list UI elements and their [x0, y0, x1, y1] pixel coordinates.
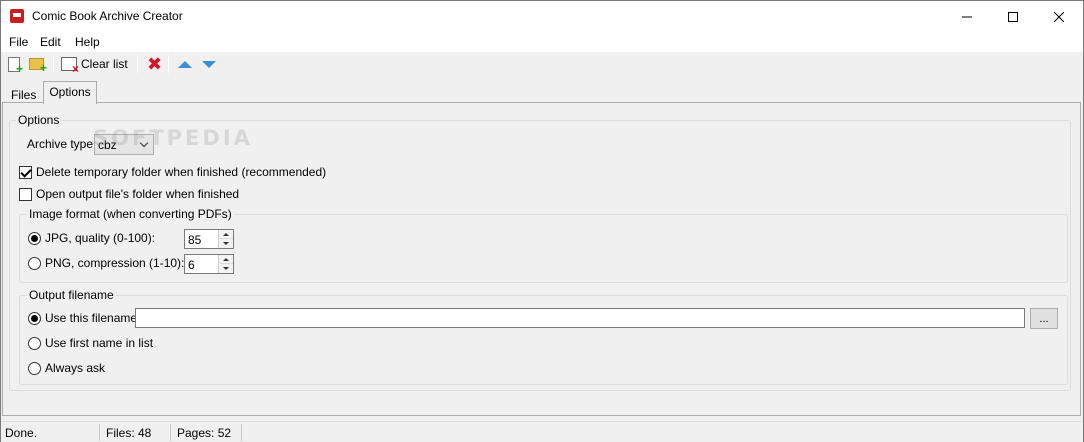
app-icon — [10, 9, 24, 23]
spin-up-icon[interactable] — [219, 255, 233, 264]
options-group: Options Archive type: cbz Delete tempora… — [9, 113, 1071, 391]
spin-down-icon[interactable] — [219, 264, 233, 273]
minimize-button[interactable] — [944, 1, 990, 32]
title-bar: Comic Book Archive Creator — [1, 1, 1083, 32]
watermark: SOFTPEDIA — [93, 126, 253, 150]
jpg-quality-stepper[interactable]: 85 — [184, 229, 234, 249]
arrow-down-icon — [202, 60, 216, 68]
output-filename-title: Output filename — [27, 288, 116, 302]
status-separator — [99, 424, 100, 441]
minimize-icon — [962, 16, 972, 17]
menu-edit[interactable]: Edit — [40, 35, 61, 49]
always-ask-label: Always ask — [45, 361, 106, 375]
menu-help[interactable]: Help — [75, 35, 100, 49]
use-this-filename-label: Use this filename: — [45, 311, 141, 325]
window-title: Comic Book Archive Creator — [32, 9, 183, 23]
clear-list-button[interactable]: Clear list — [61, 54, 128, 76]
status-pages-count: Pages: 52 — [177, 426, 232, 440]
archive-type-label: Archive type: — [27, 137, 97, 151]
image-format-group: Image format (when converting PDFs) JPG,… — [19, 207, 1068, 283]
status-files-count: Files: 48 — [106, 426, 152, 440]
browse-button[interactable]: ... — [1030, 308, 1058, 329]
status-state: Done. — [5, 426, 38, 440]
png-compression-value: 6 — [188, 258, 195, 272]
use-this-filename-radio[interactable] — [28, 312, 41, 325]
jpg-label: JPG, quality (0-100): — [45, 231, 156, 245]
spin-up-icon[interactable] — [219, 230, 233, 239]
output-filename-group: Output filename Use this filename: ... U… — [19, 288, 1068, 385]
png-compression-stepper[interactable]: 6 — [184, 254, 234, 274]
add-files-button[interactable]: + — [8, 54, 23, 75]
status-bar: Done. Files: 48 Pages: 52 — [1, 421, 1083, 442]
move-up-button[interactable] — [178, 54, 192, 74]
open-output-label: Open output file's folder when finished — [36, 187, 240, 201]
open-output-checkbox[interactable] — [19, 188, 32, 201]
arrow-up-icon — [178, 60, 192, 68]
add-folder-button[interactable]: + — [29, 54, 47, 74]
menu-file[interactable]: File — [9, 35, 28, 49]
tab-options[interactable]: Options — [43, 81, 97, 104]
use-first-name-radio[interactable] — [28, 337, 41, 350]
add-file-icon: + — [8, 56, 23, 75]
clear-list-icon — [61, 57, 79, 76]
close-button[interactable] — [1036, 1, 1082, 32]
use-first-name-label: Use first name in list — [45, 336, 154, 350]
filename-input[interactable] — [135, 308, 1025, 328]
always-ask-radio[interactable] — [28, 362, 41, 375]
app-window: Comic Book Archive Creator File Edit Hel… — [0, 0, 1084, 442]
move-down-button[interactable] — [202, 54, 216, 74]
add-folder-icon: + — [29, 58, 47, 74]
maximize-button[interactable] — [990, 1, 1036, 32]
image-format-title: Image format (when converting PDFs) — [27, 207, 234, 221]
options-group-title: Options — [16, 113, 62, 127]
png-radio[interactable] — [28, 257, 41, 270]
status-separator — [241, 424, 242, 441]
menu-bar: File Edit Help — [1, 32, 1083, 52]
delete-icon: ✖ — [147, 54, 163, 74]
toolbar-separator — [53, 55, 54, 73]
delete-temp-checkbox[interactable] — [19, 166, 32, 179]
toolbar: + + Clear list ✖ — [1, 52, 1083, 76]
delete-temp-label: Delete temporary folder when finished (r… — [36, 165, 327, 179]
tab-files[interactable]: Files — [11, 85, 41, 103]
toolbar-separator — [137, 55, 138, 73]
close-icon — [1054, 11, 1064, 22]
status-separator — [170, 424, 171, 441]
jpg-radio[interactable] — [28, 232, 41, 245]
jpg-quality-value: 85 — [188, 233, 202, 247]
png-label: PNG, compression (1-10): — [45, 256, 185, 270]
maximize-icon — [1008, 11, 1018, 22]
remove-button[interactable]: ✖ — [147, 54, 162, 74]
clear-list-label: Clear list — [81, 57, 128, 71]
spin-down-icon[interactable] — [219, 239, 233, 248]
toolbar-separator — [168, 55, 169, 73]
